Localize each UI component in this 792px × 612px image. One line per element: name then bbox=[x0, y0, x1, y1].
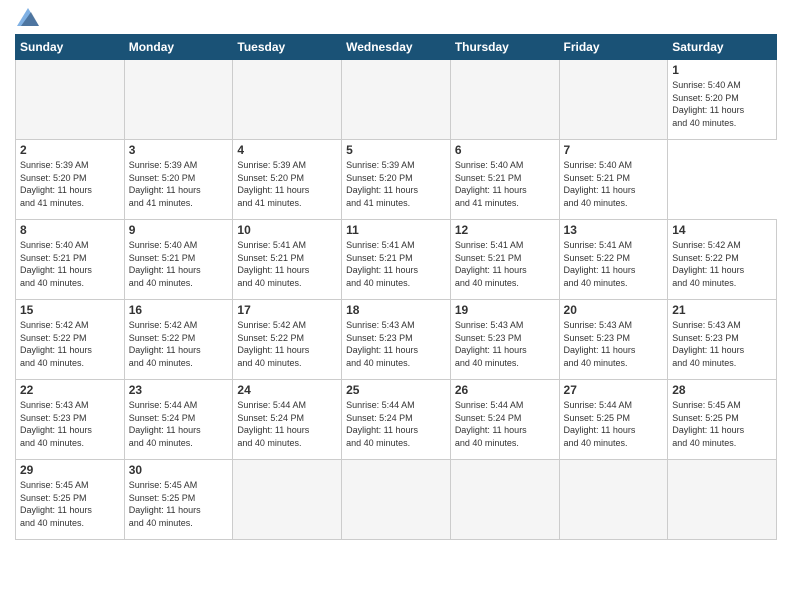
calendar-cell-empty bbox=[233, 460, 342, 540]
calendar-cell-day-14: 14Sunrise: 5:42 AMSunset: 5:22 PMDayligh… bbox=[668, 220, 777, 300]
day-header-saturday: Saturday bbox=[668, 35, 777, 60]
calendar-week-2: 8Sunrise: 5:40 AMSunset: 5:21 PMDaylight… bbox=[16, 220, 777, 300]
calendar-cell-day-25: 25Sunrise: 5:44 AMSunset: 5:24 PMDayligh… bbox=[342, 380, 451, 460]
day-header-sunday: Sunday bbox=[16, 35, 125, 60]
calendar-cell-day-20: 20Sunrise: 5:43 AMSunset: 5:23 PMDayligh… bbox=[559, 300, 668, 380]
calendar-cell-day-10: 10Sunrise: 5:41 AMSunset: 5:21 PMDayligh… bbox=[233, 220, 342, 300]
calendar-header-row: SundayMondayTuesdayWednesdayThursdayFrid… bbox=[16, 35, 777, 60]
calendar-cell-day-6: 6Sunrise: 5:40 AMSunset: 5:21 PMDaylight… bbox=[450, 140, 559, 220]
calendar-cell-day-27: 27Sunrise: 5:44 AMSunset: 5:25 PMDayligh… bbox=[559, 380, 668, 460]
header bbox=[15, 10, 777, 26]
day-header-thursday: Thursday bbox=[450, 35, 559, 60]
calendar-table: SundayMondayTuesdayWednesdayThursdayFrid… bbox=[15, 34, 777, 540]
calendar-cell-day-12: 12Sunrise: 5:41 AMSunset: 5:21 PMDayligh… bbox=[450, 220, 559, 300]
day-header-tuesday: Tuesday bbox=[233, 35, 342, 60]
calendar-week-5: 29Sunrise: 5:45 AMSunset: 5:25 PMDayligh… bbox=[16, 460, 777, 540]
day-header-monday: Monday bbox=[124, 35, 233, 60]
calendar-cell-day-18: 18Sunrise: 5:43 AMSunset: 5:23 PMDayligh… bbox=[342, 300, 451, 380]
calendar-cell-empty bbox=[450, 460, 559, 540]
calendar-cell-day-8: 8Sunrise: 5:40 AMSunset: 5:21 PMDaylight… bbox=[16, 220, 125, 300]
calendar-cell-empty bbox=[342, 460, 451, 540]
calendar-cell-empty bbox=[450, 60, 559, 140]
calendar-cell-day-29: 29Sunrise: 5:45 AMSunset: 5:25 PMDayligh… bbox=[16, 460, 125, 540]
calendar-cell-day-15: 15Sunrise: 5:42 AMSunset: 5:22 PMDayligh… bbox=[16, 300, 125, 380]
calendar-cell-day-9: 9Sunrise: 5:40 AMSunset: 5:21 PMDaylight… bbox=[124, 220, 233, 300]
day-header-wednesday: Wednesday bbox=[342, 35, 451, 60]
calendar-cell-empty bbox=[124, 60, 233, 140]
calendar-cell-empty bbox=[668, 460, 777, 540]
calendar-cell-day-22: 22Sunrise: 5:43 AMSunset: 5:23 PMDayligh… bbox=[16, 380, 125, 460]
calendar-cell-day-21: 21Sunrise: 5:43 AMSunset: 5:23 PMDayligh… bbox=[668, 300, 777, 380]
calendar-cell-empty bbox=[233, 60, 342, 140]
calendar-cell-day-17: 17Sunrise: 5:42 AMSunset: 5:22 PMDayligh… bbox=[233, 300, 342, 380]
calendar-cell-day-4: 4Sunrise: 5:39 AMSunset: 5:20 PMDaylight… bbox=[233, 140, 342, 220]
logo bbox=[15, 10, 39, 26]
calendar-cell-day-3: 3Sunrise: 5:39 AMSunset: 5:20 PMDaylight… bbox=[124, 140, 233, 220]
calendar-cell-day-30: 30Sunrise: 5:45 AMSunset: 5:25 PMDayligh… bbox=[124, 460, 233, 540]
calendar-cell-day-7: 7Sunrise: 5:40 AMSunset: 5:21 PMDaylight… bbox=[559, 140, 668, 220]
calendar-week-1: 2Sunrise: 5:39 AMSunset: 5:20 PMDaylight… bbox=[16, 140, 777, 220]
page-container: SundayMondayTuesdayWednesdayThursdayFrid… bbox=[0, 0, 792, 612]
calendar-cell-day-13: 13Sunrise: 5:41 AMSunset: 5:22 PMDayligh… bbox=[559, 220, 668, 300]
calendar-cell-day-1: 1Sunrise: 5:40 AMSunset: 5:20 PMDaylight… bbox=[668, 60, 777, 140]
calendar-cell-empty bbox=[16, 60, 125, 140]
logo-icon bbox=[17, 8, 39, 26]
calendar-week-3: 15Sunrise: 5:42 AMSunset: 5:22 PMDayligh… bbox=[16, 300, 777, 380]
calendar-cell-day-26: 26Sunrise: 5:44 AMSunset: 5:24 PMDayligh… bbox=[450, 380, 559, 460]
calendar-cell-day-2: 2Sunrise: 5:39 AMSunset: 5:20 PMDaylight… bbox=[16, 140, 125, 220]
calendar-cell-day-24: 24Sunrise: 5:44 AMSunset: 5:24 PMDayligh… bbox=[233, 380, 342, 460]
calendar-cell-day-5: 5Sunrise: 5:39 AMSunset: 5:20 PMDaylight… bbox=[342, 140, 451, 220]
calendar-cell-day-16: 16Sunrise: 5:42 AMSunset: 5:22 PMDayligh… bbox=[124, 300, 233, 380]
calendar-cell-day-28: 28Sunrise: 5:45 AMSunset: 5:25 PMDayligh… bbox=[668, 380, 777, 460]
calendar-cell-empty bbox=[342, 60, 451, 140]
day-header-friday: Friday bbox=[559, 35, 668, 60]
calendar-cell-day-23: 23Sunrise: 5:44 AMSunset: 5:24 PMDayligh… bbox=[124, 380, 233, 460]
calendar-cell-empty bbox=[559, 60, 668, 140]
calendar-cell-day-11: 11Sunrise: 5:41 AMSunset: 5:21 PMDayligh… bbox=[342, 220, 451, 300]
calendar-cell-empty bbox=[559, 460, 668, 540]
calendar-week-0: 1Sunrise: 5:40 AMSunset: 5:20 PMDaylight… bbox=[16, 60, 777, 140]
calendar-cell-day-19: 19Sunrise: 5:43 AMSunset: 5:23 PMDayligh… bbox=[450, 300, 559, 380]
calendar-week-4: 22Sunrise: 5:43 AMSunset: 5:23 PMDayligh… bbox=[16, 380, 777, 460]
